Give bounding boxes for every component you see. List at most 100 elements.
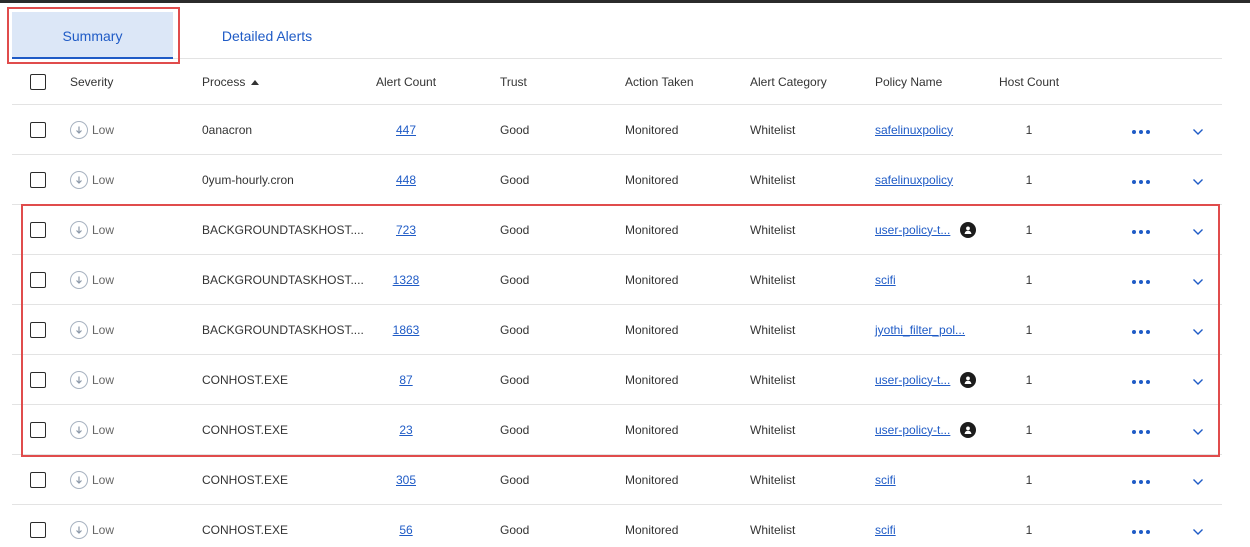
policy-name-cell: scifi (875, 255, 896, 304)
table-row[interactable]: Low BACKGROUNDTASKHOST.... 723 Good Monitore… (12, 205, 1222, 255)
table-row[interactable]: Low CONHOST.EXE 23 Good Monitored Whitelist us… (12, 405, 1222, 455)
chevron-down-icon[interactable] (1192, 171, 1204, 189)
alert-count-cell: 448 (376, 155, 436, 204)
more-horizontal-icon[interactable] (1132, 176, 1150, 184)
more-horizontal-icon[interactable] (1132, 276, 1150, 284)
severity-cell: Low (70, 105, 114, 154)
alert-category-cell: Whitelist (750, 272, 796, 287)
column-header-severity[interactable]: Severity (70, 60, 113, 104)
trust-cell: Good (500, 522, 530, 537)
row-expand-cell (1192, 305, 1204, 354)
column-header-action-taken[interactable]: Action Taken (625, 60, 694, 104)
trust-cell: Good (500, 322, 530, 337)
row-expand-cell (1192, 405, 1204, 454)
alert-count-link[interactable]: 447 (396, 123, 416, 137)
policy-name-link[interactable]: user-policy-t... (875, 223, 950, 237)
row-checkbox[interactable] (30, 371, 46, 388)
column-header-alert-category[interactable]: Alert Category (750, 60, 827, 104)
table-row[interactable]: Low BACKGROUNDTASKHOST.... 1328 Good Monitor… (12, 255, 1222, 305)
select-all-cell (30, 60, 46, 104)
row-expand-cell (1192, 105, 1204, 154)
table-row[interactable]: Low CONHOST.EXE 87 Good Monitored Whitelist us… (12, 355, 1222, 405)
process-cell: CONHOST.EXE (202, 522, 289, 537)
alert-count-link[interactable]: 305 (396, 473, 416, 487)
trust-cell: Good (500, 422, 530, 437)
chevron-down-icon[interactable] (1192, 471, 1204, 489)
row-actions-cell (1132, 205, 1150, 254)
alert-count-cell: 1863 (376, 305, 436, 354)
row-checkbox[interactable] (30, 421, 46, 438)
column-header-trust[interactable]: Trust (500, 60, 527, 104)
severity-cell: Low (70, 355, 114, 404)
more-horizontal-icon[interactable] (1132, 426, 1150, 434)
more-horizontal-icon[interactable] (1132, 526, 1150, 534)
row-select-cell (30, 205, 46, 254)
action-taken-cell: Monitored (625, 222, 679, 237)
host-count-cell: 1 (1025, 422, 1033, 437)
chevron-down-icon[interactable] (1192, 221, 1204, 239)
table-row[interactable]: Low 0anacron 447 Good Monitored Whitelist safe… (12, 105, 1222, 155)
chevron-down-icon[interactable] (1192, 371, 1204, 389)
table-row[interactable]: Low CONHOST.EXE 56 Good Monitored Whitelist sc… (12, 505, 1222, 547)
policy-name-link[interactable]: scifi (875, 523, 896, 537)
table-row[interactable]: Low CONHOST.EXE 305 Good Monitored Whitelist s… (12, 455, 1222, 505)
process-cell: CONHOST.EXE (202, 372, 289, 387)
policy-name-link[interactable]: user-policy-t... (875, 373, 950, 387)
row-expand-cell (1192, 505, 1204, 547)
severity-cell: Low (70, 155, 114, 204)
more-horizontal-icon[interactable] (1132, 326, 1150, 334)
policy-name-link[interactable]: scifi (875, 473, 896, 487)
column-header-alert-count[interactable]: Alert Count (376, 60, 436, 104)
severity-cell: Low (70, 255, 114, 304)
policy-name-link[interactable]: user-policy-t... (875, 423, 950, 437)
more-horizontal-icon[interactable] (1132, 376, 1150, 384)
severity-label: Low (92, 322, 115, 337)
row-checkbox[interactable] (30, 271, 46, 288)
policy-name-link[interactable]: scifi (875, 273, 896, 287)
alert-count-link[interactable]: 1863 (393, 323, 420, 337)
alert-count-link[interactable]: 23 (399, 423, 412, 437)
more-horizontal-icon[interactable] (1132, 226, 1150, 234)
row-checkbox[interactable] (30, 171, 46, 188)
table-row[interactable]: Low BACKGROUNDTASKHOST.... 1863 Good Monitor… (12, 305, 1222, 355)
row-checkbox[interactable] (30, 521, 46, 538)
tab-detailed-alerts[interactable]: Detailed Alerts (187, 12, 347, 59)
table-row[interactable]: Low 0yum-hourly.cron 448 Good Monitored White… (12, 155, 1222, 205)
alert-count-link[interactable]: 1328 (393, 273, 420, 287)
row-checkbox[interactable] (30, 221, 46, 238)
alert-count-link[interactable]: 87 (399, 373, 412, 387)
chevron-down-icon[interactable] (1192, 271, 1204, 289)
row-select-cell (30, 155, 46, 204)
row-actions-cell (1132, 455, 1150, 504)
more-horizontal-icon[interactable] (1132, 476, 1150, 484)
policy-name-cell: scifi (875, 455, 896, 504)
top-bar (0, 0, 1250, 3)
select-all-checkbox[interactable] (30, 74, 46, 90)
chevron-down-icon[interactable] (1192, 121, 1204, 139)
column-header-process[interactable]: Process (202, 60, 260, 104)
policy-name-link[interactable]: safelinuxpolicy (875, 173, 953, 187)
alert-count-link[interactable]: 723 (396, 223, 416, 237)
chevron-down-icon[interactable] (1192, 421, 1204, 439)
column-header-host-count[interactable]: Host Count (999, 60, 1059, 104)
action-taken-cell: Monitored (625, 322, 679, 337)
arrow-down-circle-icon (70, 270, 88, 289)
policy-name-link[interactable]: jyothi_filter_pol... (875, 323, 965, 337)
policy-name-cell: safelinuxpolicy (875, 155, 953, 204)
action-taken-cell: Monitored (625, 372, 679, 387)
alert-count-link[interactable]: 448 (396, 173, 416, 187)
tab-summary[interactable]: Summary (12, 12, 173, 59)
column-header-policy-name[interactable]: Policy Name (875, 60, 942, 104)
row-checkbox[interactable] (30, 471, 46, 488)
policy-name-cell: jyothi_filter_pol... (875, 305, 965, 354)
alert-count-link[interactable]: 56 (399, 523, 412, 537)
chevron-down-icon[interactable] (1192, 521, 1204, 539)
policy-name-link[interactable]: safelinuxpolicy (875, 123, 953, 137)
row-select-cell (30, 105, 46, 154)
severity-label: Low (92, 522, 115, 537)
more-horizontal-icon[interactable] (1132, 126, 1150, 134)
chevron-down-icon[interactable] (1192, 321, 1204, 339)
row-checkbox[interactable] (30, 121, 46, 138)
alert-count-cell: 447 (376, 105, 436, 154)
row-checkbox[interactable] (30, 321, 46, 338)
